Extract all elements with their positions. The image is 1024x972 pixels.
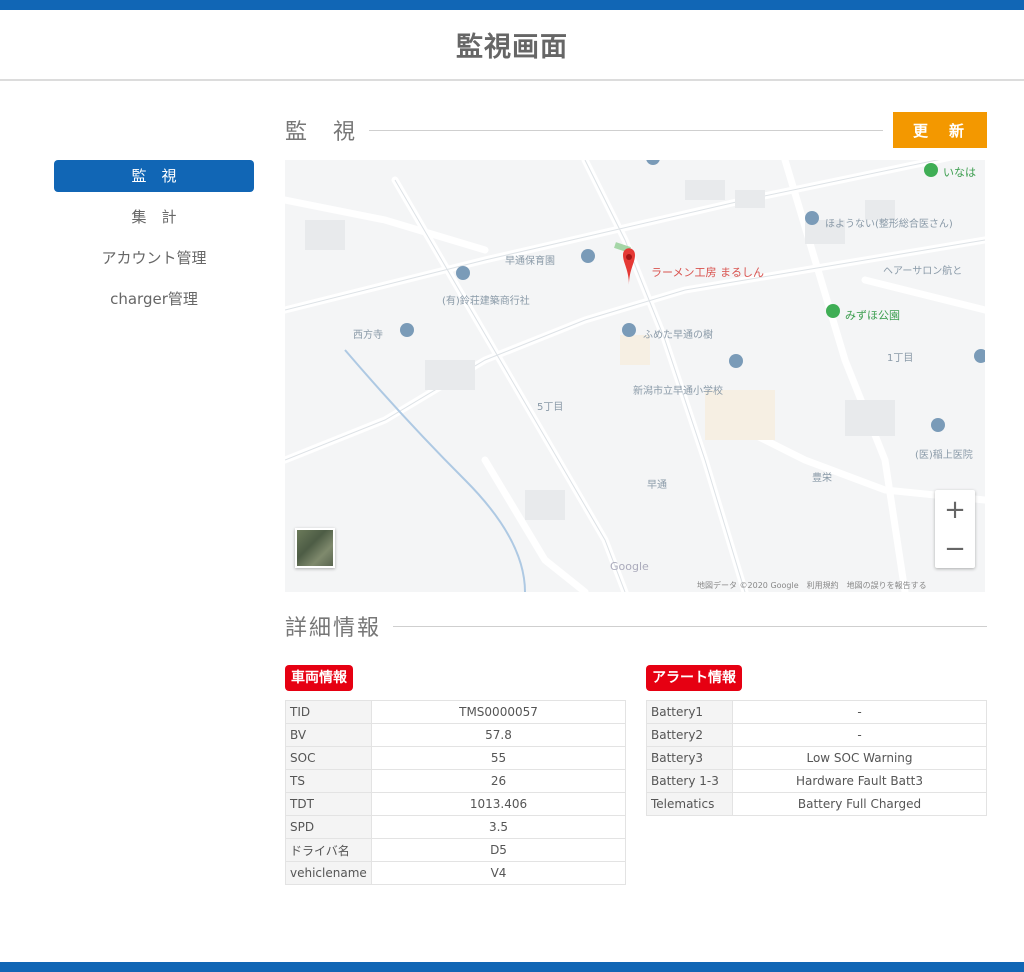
table-row: BV 57.8: [285, 723, 626, 747]
map-label-inaba: いなは: [943, 166, 976, 179]
table-key: TS: [285, 769, 372, 793]
table-row: TS 26: [285, 769, 626, 793]
table-key: Telematics: [646, 792, 733, 816]
table-row: TID TMS0000057: [285, 700, 626, 724]
table-key: BV: [285, 723, 372, 747]
detail-title: 詳細情報: [285, 616, 382, 641]
map-label-temple: 西方寺: [353, 330, 383, 341]
table-row: vehiclename V4: [285, 861, 626, 885]
refresh-button[interactable]: 更 新: [893, 112, 987, 148]
table-key: ドライバ名: [285, 838, 372, 862]
table-key: SPD: [285, 815, 372, 839]
sidebar-item-charger[interactable]: charger管理: [54, 283, 254, 315]
table-row: ドライバ名 D5: [285, 838, 626, 862]
table-value: 3.5: [371, 815, 626, 839]
monitor-title: 監 視: [285, 120, 358, 145]
alert-panel: アラート情報 Battery1- Battery2- Battery3 Low S…: [646, 665, 987, 816]
map-label-clinic: ほようない(整形総合医さん): [825, 219, 953, 230]
table-value: 1013.406: [371, 792, 626, 816]
map-label-company: (有)鈴荘建築商行社: [442, 296, 530, 307]
zoom-out-button[interactable]: −: [935, 529, 975, 568]
map-view[interactable]: ラーメン工房 まるしん 早通保育園 (有)鈴荘建築商行社 西方寺 ふめた早通の樹…: [285, 160, 985, 592]
zoom-in-button[interactable]: +: [935, 490, 975, 529]
map-label-area5: 5丁目: [537, 402, 564, 413]
table-key: Battery3: [646, 746, 733, 770]
map-label-school: 新潟市立早通小学校: [633, 386, 723, 397]
sidebar: 監 視 集 計 アカウント管理 charger管理: [54, 160, 254, 324]
table-key: TID: [285, 700, 372, 724]
table-row: SPD 3.5: [285, 815, 626, 839]
table-key: Battery2: [646, 723, 733, 747]
vehicle-table: TID TMS0000057 BV 57.8 SOC 55 TS 26 TDT 1013.…: [285, 700, 626, 885]
detail-section: 詳細情報: [285, 608, 987, 644]
map-label-nursery: 早通保育園: [505, 256, 555, 267]
table-value: 26: [371, 769, 626, 793]
zoom-control: + −: [935, 490, 975, 568]
vehicle-panel: 車両情報 TID TMS0000057 BV 57.8 SOC 55 TS 26 TDT…: [285, 665, 626, 885]
monitor-section: 監 視 更 新: [285, 112, 987, 148]
alert-badge: アラート情報: [646, 665, 742, 691]
table-value: Low SOC Warning: [732, 746, 987, 770]
map-label-area1: 1丁目: [887, 353, 914, 364]
table-value: Battery Full Charged: [732, 792, 987, 816]
table-value: TMS0000057: [371, 700, 626, 724]
table-value: 57.8: [371, 723, 626, 747]
map-label-salon: ヘアーサロン航と: [883, 266, 963, 277]
table-value: -: [732, 723, 987, 747]
sidebar-item-account[interactable]: アカウント管理: [54, 242, 254, 274]
table-row: Telematics Battery Full Charged: [646, 792, 987, 816]
top-accent-bar: [0, 0, 1024, 10]
table-key: Battery 1-3: [646, 769, 733, 793]
table-value: 55: [371, 746, 626, 770]
table-value: -: [732, 700, 987, 724]
table-key: vehiclename: [285, 861, 372, 885]
alert-table: Battery1- Battery2- Battery3 Low SOC Warn…: [646, 700, 987, 816]
table-row: Battery 1-3 Hardware Fault Batt3: [646, 769, 987, 793]
table-row: Battery2-: [646, 723, 987, 747]
table-row: Battery3 Low SOC Warning: [646, 746, 987, 770]
table-key: Battery1: [646, 700, 733, 724]
bottom-accent-bar: [0, 962, 1024, 972]
sidebar-item-summary[interactable]: 集 計: [54, 201, 254, 233]
table-value: D5: [371, 838, 626, 862]
map-label-park: みずほ公園: [845, 309, 900, 322]
map-label-hayadori: 早通: [647, 480, 667, 491]
table-key: SOC: [285, 746, 372, 770]
google-logo: Google: [610, 560, 649, 573]
table-row: SOC 55: [285, 746, 626, 770]
map-label-hospital: (医)稲上医院: [915, 450, 973, 461]
table-row: TDT 1013.406: [285, 792, 626, 816]
page-title: 監視画面: [456, 32, 568, 63]
satellite-toggle[interactable]: [295, 528, 335, 568]
map-attribution[interactable]: 地図データ ©2020 Google 利用規約 地図の誤りを報告する: [697, 580, 927, 591]
page-header: 監視画面: [0, 10, 1024, 81]
map-label-station: 豊栄: [812, 473, 832, 484]
table-row: Battery1-: [646, 700, 987, 724]
table-key: TDT: [285, 792, 372, 816]
vehicle-badge: 車両情報: [285, 665, 353, 691]
divider: [369, 129, 883, 131]
table-value: Hardware Fault Batt3: [732, 769, 987, 793]
divider: [393, 625, 987, 627]
map-label-shrine: ふめた早通の樹: [643, 330, 713, 341]
sidebar-item-monitor[interactable]: 監 視: [54, 160, 254, 192]
map-label-ramen: ラーメン工房 まるしん: [651, 266, 765, 279]
table-value: V4: [371, 861, 626, 885]
